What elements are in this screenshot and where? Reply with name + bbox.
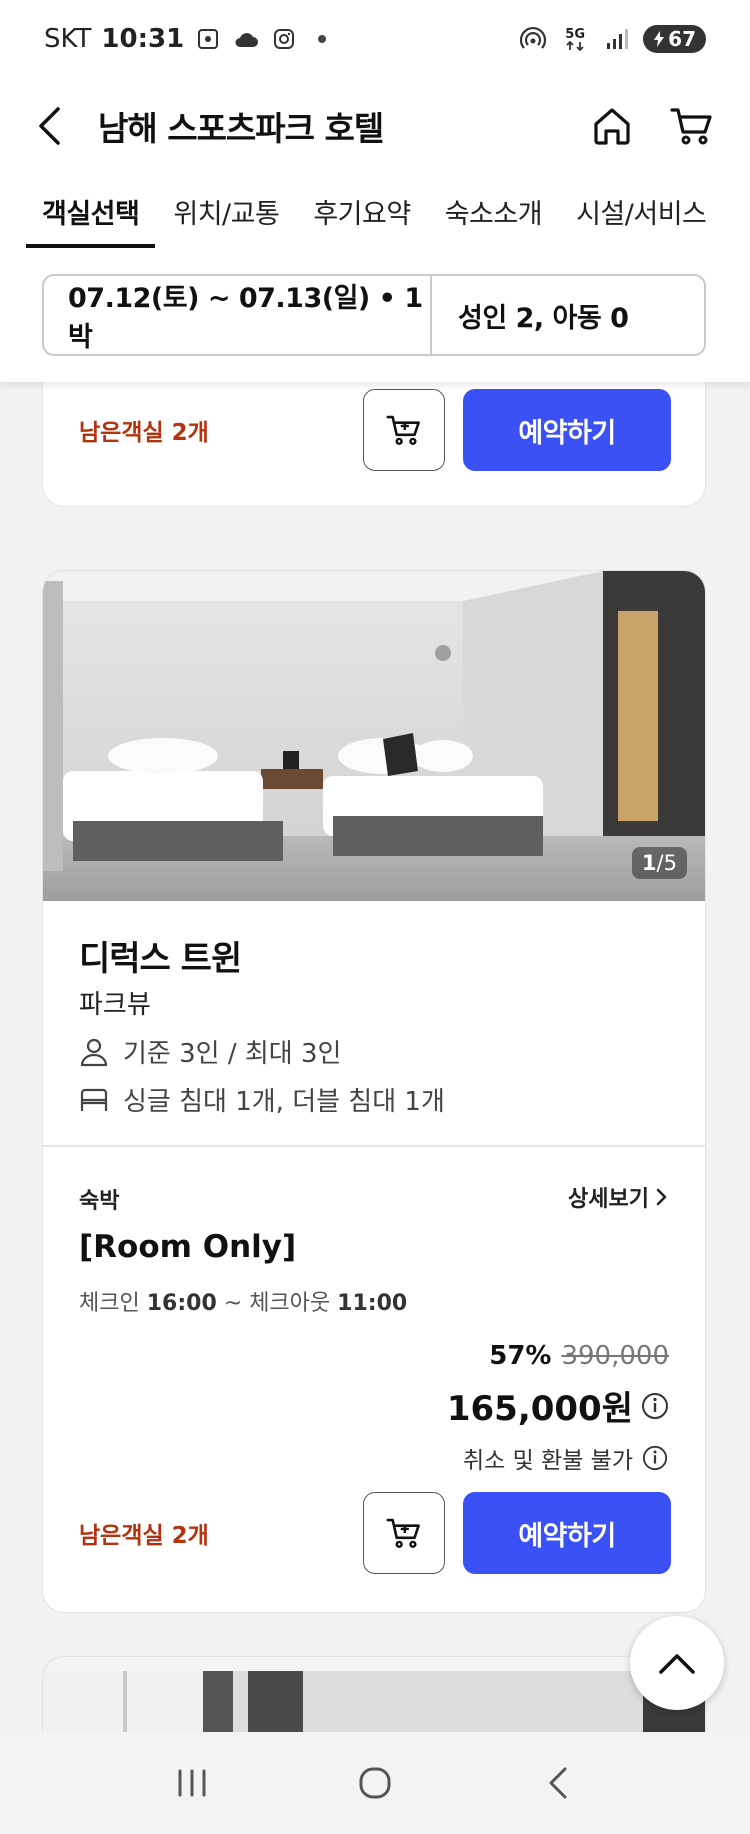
room-image: [43, 571, 705, 901]
add-to-cart-button[interactable]: [363, 389, 445, 471]
guest-count-button[interactable]: 성인 2, 아동 0: [432, 276, 629, 354]
back-nav-button[interactable]: [528, 1753, 588, 1813]
detail-link-label: 상세보기: [568, 1187, 649, 1212]
scroll-to-top-button[interactable]: [630, 1616, 724, 1710]
tab-about[interactable]: 숙소소개: [429, 174, 558, 248]
checkout-label: ~ 체크아웃: [223, 1291, 331, 1316]
remaining-rooms: 남은객실 2개: [79, 1523, 209, 1549]
checkin-label: 체크인: [79, 1291, 140, 1316]
divider: [43, 1145, 705, 1147]
screenshot-icon: [194, 25, 222, 53]
app-header: 남해 스포츠파크 호텔: [0, 78, 750, 174]
cart-button[interactable]: [670, 104, 714, 148]
check-times: 체크인 16:00 ~ 체크아웃 11:00: [79, 1285, 407, 1317]
photo-current: 1: [641, 851, 657, 875]
cloud-icon: [232, 25, 260, 53]
refund-policy: 취소 및 환불 불가: [462, 1448, 633, 1474]
room-card-previous: 남은객실 2개 예약하기: [42, 382, 706, 507]
system-nav-bar: [0, 1732, 750, 1834]
tab-facilities[interactable]: 시설/서비스: [560, 174, 722, 248]
detail-link[interactable]: 상세보기: [568, 1181, 669, 1213]
reserve-button[interactable]: 예약하기: [463, 1492, 671, 1574]
photo-total: 5: [663, 851, 677, 875]
room-card-deluxe-twin: 1/5 디럭스 트윈 파크뷰 기준 3인 / 최대 3인 싱글 침대 1개, 더…: [42, 570, 706, 1613]
plan-name: [Room Only]: [79, 1229, 297, 1265]
plan-type: 숙박: [79, 1189, 120, 1214]
tab-reviews[interactable]: 후기요약: [297, 174, 426, 248]
5g-icon: 5G: [559, 25, 591, 53]
cart-icon: [670, 108, 712, 145]
back-icon: [549, 1767, 567, 1799]
signal-icon: [603, 25, 631, 53]
beds-text: 싱글 침대 1개, 더블 침대 1개: [123, 1087, 445, 1117]
status-bar: SKT 10:31 5G 67: [0, 0, 750, 78]
tab-location[interactable]: 위치/교통: [157, 174, 295, 248]
recents-icon: [178, 1769, 206, 1797]
clock: 10:31: [101, 24, 185, 54]
add-to-cart-button[interactable]: [363, 1492, 445, 1574]
chevron-right-icon: [656, 1188, 667, 1206]
carrier-label: SKT: [44, 24, 92, 54]
cart-icon: [386, 1518, 420, 1548]
chevron-left-icon: [39, 107, 60, 145]
instagram-icon: [270, 25, 298, 53]
discount-rate: 57%: [489, 1341, 552, 1371]
room-photo[interactable]: 1/5: [43, 571, 705, 901]
capacity-text: 기준 3인 / 최대 3인: [123, 1039, 342, 1069]
page-title: 남해 스포츠파크 호텔: [98, 109, 384, 148]
chevron-up-icon: [659, 1654, 695, 1674]
room-image: [43, 1657, 705, 1732]
original-price: 390,000: [561, 1341, 669, 1371]
room-list[interactable]: 남은객실 2개 예약하기 1/5 디럭스 트윈 파크뷰 기준 3인 / 최대 3…: [0, 382, 750, 1732]
dot-icon: [308, 25, 336, 53]
room-view: 파크뷰: [79, 990, 151, 1020]
cart-icon: [386, 415, 420, 445]
date-range-button[interactable]: 07.12(토) ~ 07.13(일) • 1박: [44, 276, 432, 354]
bed-icon: [80, 1088, 108, 1111]
final-price-row: 165,000원: [447, 1381, 669, 1430]
photo-counter: 1/5: [631, 847, 687, 879]
room-card-next: [42, 1656, 706, 1732]
hotspot-icon: [519, 25, 547, 53]
battery-level: 67: [668, 27, 696, 51]
refund-policy-row: 취소 및 환불 불가: [463, 1441, 669, 1475]
recent-apps-button[interactable]: [162, 1753, 222, 1813]
booking-row: 남은객실 2개 예약하기: [43, 389, 705, 471]
price-info-icon[interactable]: [641, 1392, 669, 1420]
checkin-time: 16:00: [146, 1291, 217, 1316]
person-icon: [80, 1038, 108, 1066]
home-button[interactable]: [590, 104, 634, 148]
date-guest-selector: 07.12(토) ~ 07.13(일) • 1박 성인 2, 아동 0: [42, 274, 706, 356]
back-button[interactable]: [36, 106, 72, 146]
refund-info-icon[interactable]: [641, 1444, 669, 1472]
price-discount-row: 57% 390,000: [489, 1341, 669, 1371]
tab-room-select[interactable]: 객실선택: [26, 174, 156, 248]
home-circle-icon: [359, 1767, 391, 1799]
room-beds: 싱글 침대 1개, 더블 침대 1개: [79, 1081, 445, 1118]
room-capacity: 기준 3인 / 최대 3인: [79, 1033, 341, 1070]
booking-row: 남은객실 2개 예약하기: [43, 1492, 705, 1574]
section-tabs: 객실선택 위치/교통 후기요약 숙소소개 시설/서비스: [0, 174, 750, 248]
date-bar-container: 07.12(토) ~ 07.13(일) • 1박 성인 2, 아동 0: [0, 248, 750, 382]
reserve-button[interactable]: 예약하기: [463, 389, 671, 471]
room-photo[interactable]: [43, 1657, 705, 1732]
room-name: 디럭스 트윈: [79, 939, 242, 979]
network-label: 5G: [565, 26, 586, 42]
checkout-time: 11:00: [337, 1291, 408, 1316]
battery-indicator: 67: [643, 25, 706, 53]
home-nav-button[interactable]: [345, 1753, 405, 1813]
final-price: 165,000원: [446, 1389, 633, 1429]
home-icon: [594, 108, 630, 145]
remaining-rooms: 남은객실 2개: [79, 420, 209, 446]
